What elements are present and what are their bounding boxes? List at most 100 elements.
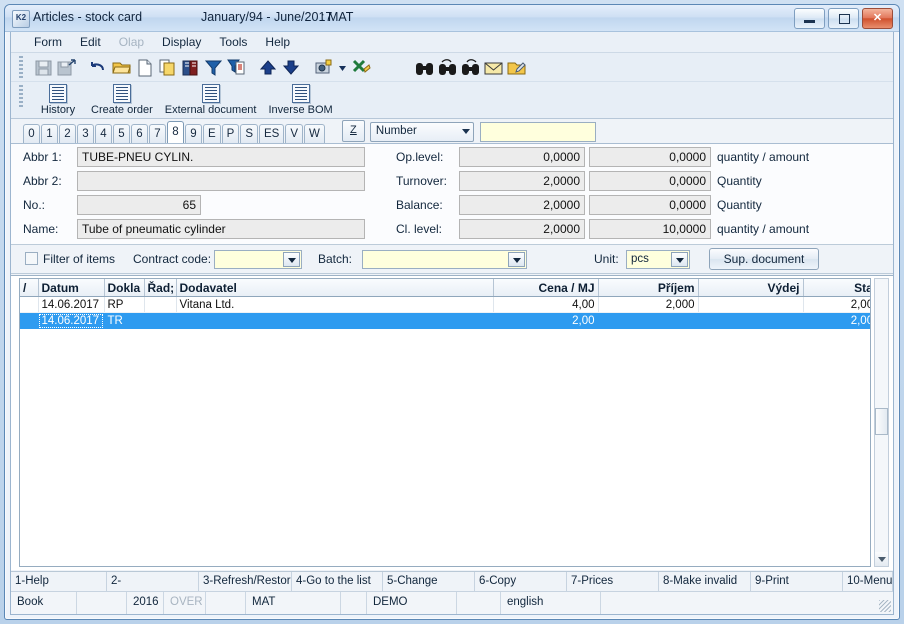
fkey-6-copy[interactable]: 6-Copy xyxy=(475,572,567,592)
menu-display[interactable]: Display xyxy=(153,33,210,51)
col-header-cena[interactable]: Cena / MJ xyxy=(493,279,599,297)
status-demo: DEMO xyxy=(367,592,457,614)
col-header-doklad[interactable]: Dokla xyxy=(104,279,145,297)
tab-7[interactable]: 7 xyxy=(149,124,166,143)
menu-tools[interactable]: Tools xyxy=(210,33,256,51)
col-header-stav[interactable]: Stav xyxy=(803,279,870,297)
fkey-1-help[interactable]: 1-Help xyxy=(11,572,107,592)
toolbar-gripper[interactable] xyxy=(19,85,23,107)
turnover-amount-field[interactable]: 0,0000 xyxy=(589,171,711,191)
chevron-down-icon[interactable] xyxy=(283,252,300,267)
edit-folder-icon[interactable] xyxy=(506,57,527,78)
balance-amount-field[interactable]: 0,0000 xyxy=(589,195,711,215)
undo-icon[interactable] xyxy=(88,57,109,78)
sort-order-combo[interactable]: Number xyxy=(369,122,474,142)
close-button[interactable]: ✕ xyxy=(862,8,893,29)
col-header-datum[interactable]: Datum xyxy=(38,279,105,297)
abbr1-field[interactable]: TUBE-PNEU CYLIN. xyxy=(77,147,365,167)
menu-help[interactable]: Help xyxy=(256,33,299,51)
fkey-3-refresh[interactable]: 3-Refresh/Restor xyxy=(199,572,292,592)
tab-v[interactable]: V xyxy=(285,124,304,143)
create-order-button[interactable]: Create order xyxy=(87,82,157,116)
tab-8[interactable]: 8 xyxy=(167,121,184,143)
inverse-bom-button[interactable]: Inverse BOM xyxy=(264,82,336,116)
tab-es[interactable]: ES xyxy=(259,124,285,143)
tab-p[interactable]: P xyxy=(221,124,240,143)
menu-form[interactable]: Form xyxy=(25,33,71,51)
cllevel-amount-field[interactable]: 10,0000 xyxy=(589,219,711,239)
filter-icon[interactable] xyxy=(203,57,224,78)
find-next-icon[interactable] xyxy=(460,57,481,78)
chevron-down-icon[interactable] xyxy=(508,252,525,267)
open-folder-icon[interactable] xyxy=(111,57,132,78)
book-icon[interactable] xyxy=(180,57,201,78)
scrollbar-thumb[interactable] xyxy=(875,408,888,435)
fkey-7-prices[interactable]: 7-Prices xyxy=(567,572,659,592)
menu-edit[interactable]: Edit xyxy=(71,33,110,51)
tab-3[interactable]: 3 xyxy=(77,124,94,143)
photo-icon[interactable] xyxy=(313,57,334,78)
balance-quantity-field[interactable]: 2,0000 xyxy=(459,195,585,215)
title-bar[interactable]: K2 Articles - stock card January/94 - Ju… xyxy=(5,5,899,32)
fkey-8-make-invalid[interactable]: 8-Make invalid xyxy=(659,572,751,592)
tab-6[interactable]: 6 xyxy=(131,124,148,143)
filter-list-icon[interactable] xyxy=(226,57,247,78)
tab-2[interactable]: 2 xyxy=(59,124,76,143)
table-row[interactable]: 14.06.2017 RP Vitana Ltd. 4,00 2,000 2,0… xyxy=(20,296,870,313)
tab-0[interactable]: 0 xyxy=(23,124,40,143)
external-document-button[interactable]: External document xyxy=(161,82,261,116)
arrow-up-icon[interactable] xyxy=(258,57,279,78)
z-sort-button[interactable]: Z xyxy=(341,120,365,142)
new-document-icon[interactable] xyxy=(134,57,155,78)
maximize-button[interactable] xyxy=(828,8,859,29)
turnover-quantity-field[interactable]: 2,0000 xyxy=(459,171,585,191)
scroll-down-arrow-icon[interactable] xyxy=(875,552,888,566)
grid-vertical-scrollbar[interactable] xyxy=(874,278,889,567)
fkey-4-go-to-list[interactable]: 4-Go to the list xyxy=(292,572,383,592)
tab-1[interactable]: 1 xyxy=(41,124,58,143)
stock-movements-grid[interactable]: / Datum Dokla Řad; Dodavatel Cena / MJ P… xyxy=(19,278,871,567)
col-header-dodavatel[interactable]: Dodavatel xyxy=(176,279,494,297)
col-header-vydej[interactable]: Výdej xyxy=(698,279,804,297)
fkey-5-change[interactable]: 5-Change xyxy=(383,572,475,592)
mail-icon[interactable] xyxy=(483,57,504,78)
fkey-2[interactable]: 2- xyxy=(107,572,199,592)
chevron-down-icon[interactable] xyxy=(671,252,688,267)
tab-9[interactable]: 9 xyxy=(185,124,202,143)
oplevel-amount-field[interactable]: 0,0000 xyxy=(589,147,711,167)
table-row[interactable]: 14.06.2017 TR 2,00 2,000 xyxy=(20,312,870,329)
fkey-9-print[interactable]: 9-Print xyxy=(751,572,843,592)
no-field[interactable]: 65 xyxy=(77,195,201,215)
tab-s[interactable]: S xyxy=(240,124,259,143)
copy-icon[interactable] xyxy=(157,57,178,78)
tab-w[interactable]: W xyxy=(304,124,325,143)
dropdown-arrow-icon[interactable] xyxy=(336,57,349,78)
tab-e[interactable]: E xyxy=(203,124,221,143)
name-field[interactable]: Tube of pneumatic cylinder xyxy=(77,219,365,239)
tab-5[interactable]: 5 xyxy=(113,124,130,143)
toolbar-gripper[interactable] xyxy=(19,56,23,78)
window-resize-grip[interactable] xyxy=(879,600,891,612)
cllevel-quantity-field[interactable]: 2,0000 xyxy=(459,219,585,239)
export-excel-icon[interactable] xyxy=(351,57,372,78)
find-previous-icon[interactable] xyxy=(437,57,458,78)
history-button[interactable]: History xyxy=(33,82,83,116)
batch-combo[interactable] xyxy=(362,250,527,269)
col-header-prijem[interactable]: Příjem xyxy=(598,279,699,297)
arrow-down-icon[interactable] xyxy=(281,57,302,78)
save-as-icon[interactable] xyxy=(56,57,77,78)
binoculars-icon[interactable] xyxy=(414,57,435,78)
oplevel-quantity-field[interactable]: 0,0000 xyxy=(459,147,585,167)
tab-4[interactable]: 4 xyxy=(95,124,112,143)
filter-of-items-checkbox[interactable] xyxy=(25,252,38,265)
quick-search-input[interactable] xyxy=(479,122,596,142)
unit-combo[interactable]: pcs xyxy=(626,250,690,269)
abbr2-field[interactable] xyxy=(77,171,365,191)
col-header-mark[interactable]: / xyxy=(20,279,39,297)
contract-code-combo[interactable] xyxy=(214,250,302,269)
minimize-button[interactable] xyxy=(794,8,825,29)
fkey-10-menu[interactable]: 10-Menu xyxy=(843,572,893,592)
col-header-rada[interactable]: Řad; xyxy=(144,279,177,297)
sup-document-button[interactable]: Sup. document xyxy=(709,248,819,270)
save-icon[interactable] xyxy=(33,57,54,78)
